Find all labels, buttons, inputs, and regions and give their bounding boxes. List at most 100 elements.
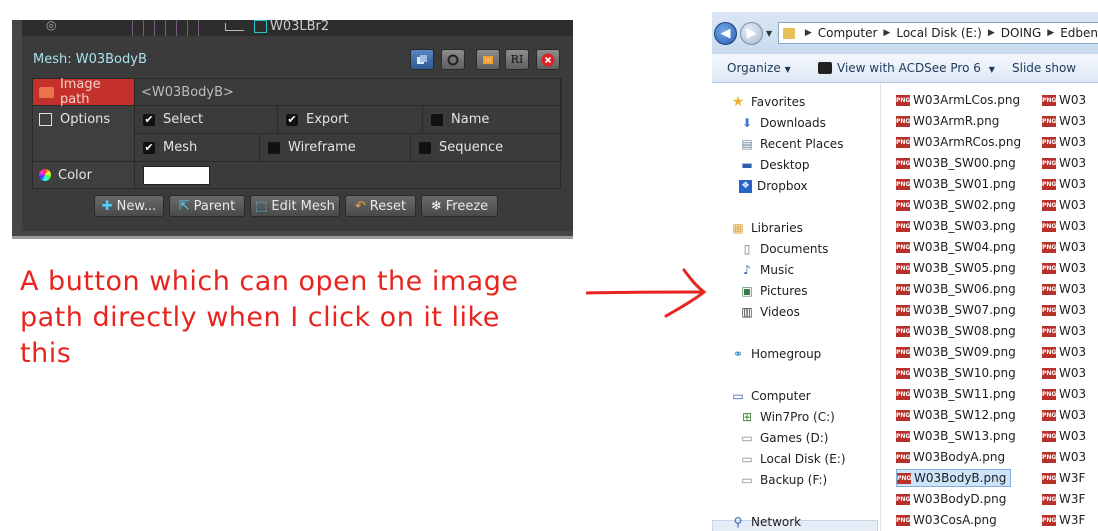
nav-drive-f[interactable]: ▭ Backup (F:) — [739, 473, 827, 487]
option-name[interactable]: Name — [423, 106, 562, 134]
close-icon[interactable] — [536, 49, 560, 70]
nav-favorites[interactable]: ★ Favorites — [730, 94, 806, 110]
freeze-button[interactable]: ❄ Freeze — [421, 195, 498, 217]
file-list-item[interactable]: PNG W03B_SW07.png — [896, 301, 1016, 319]
file-list-item[interactable]: PNG W03 — [1042, 343, 1086, 361]
image-path-value[interactable]: <W03BodyB> — [135, 79, 562, 106]
file-list-item[interactable]: PNG W03 — [1042, 280, 1086, 298]
nav-documents-label: Documents — [760, 242, 829, 256]
nav-documents[interactable]: ▯ Documents — [739, 242, 829, 256]
file-list-item[interactable]: PNG W03B_SW05.png — [896, 259, 1016, 277]
breadcrumb-computer[interactable]: Computer — [818, 26, 878, 40]
forward-button[interactable]: ▶ — [740, 22, 763, 45]
file-list-item[interactable]: PNG W03B_SW02.png — [896, 196, 1016, 214]
file-list-item[interactable]: PNG W03ArmLCos.png — [896, 91, 1020, 109]
select-checkbox[interactable]: ✔ — [143, 113, 155, 126]
file-name: W03B_SW10.png — [913, 366, 1016, 380]
file-list-item[interactable]: PNG W03BodyD.png — [896, 490, 1006, 508]
annotation-line-1: A button which can open the image — [20, 266, 519, 297]
view-with-acdsee-button[interactable]: View with ACDSee Pro 6 ▼ — [818, 61, 995, 75]
option-wireframe[interactable]: Wireframe — [260, 134, 411, 162]
file-list-item[interactable]: PNG W03 — [1042, 112, 1086, 130]
file-list-item[interactable]: PNG W03 — [1042, 427, 1086, 445]
image-path-label[interactable]: Image path — [33, 77, 135, 107]
option-sequence[interactable]: Sequence — [411, 134, 562, 162]
file-list-item[interactable]: PNG W03 — [1042, 385, 1086, 403]
file-list-item[interactable]: PNG W03 — [1042, 364, 1086, 382]
nav-downloads[interactable]: ⬇ Downloads — [739, 116, 826, 130]
nav-drive-d[interactable]: ▭ Games (D:) — [739, 431, 828, 445]
slideshow-button[interactable]: Slide show — [1012, 61, 1076, 75]
file-list-item[interactable]: PNG W03 — [1042, 91, 1086, 109]
color-swatch[interactable] — [143, 165, 210, 185]
file-list-item[interactable]: PNG W03 — [1042, 448, 1086, 466]
breadcrumb-doing[interactable]: DOING — [1001, 26, 1042, 40]
reset-button[interactable]: ↶ Reset — [345, 195, 416, 217]
file-list-item[interactable]: PNG W03B_SW01.png — [896, 175, 1016, 193]
nav-libraries[interactable]: ▦ Libraries — [730, 221, 803, 235]
outliner-item-label[interactable]: W03LBr2 — [270, 19, 329, 34]
file-list-item[interactable]: PNG W03ArmRCos.png — [896, 133, 1021, 151]
file-list-item[interactable]: PNG W03CosA.png — [896, 511, 997, 529]
file-list-item[interactable]: PNG W03 — [1042, 154, 1086, 172]
file-list-item[interactable]: PNG W03 — [1042, 175, 1086, 193]
name-checkbox[interactable] — [431, 113, 443, 126]
file-list-item[interactable]: PNG W03B_SW03.png — [896, 217, 1016, 235]
file-list-item[interactable]: PNG W03 — [1042, 301, 1086, 319]
mesh-checkbox[interactable]: ✔ — [143, 141, 155, 154]
option-select[interactable]: ✔ Select — [135, 106, 278, 134]
option-mesh[interactable]: ✔ Mesh — [135, 134, 260, 162]
file-list-item[interactable]: PNG W03BodyA.png — [896, 448, 1005, 466]
nav-computer[interactable]: ▭ Computer — [730, 389, 810, 403]
stack-icon[interactable] — [410, 49, 434, 70]
nav-videos[interactable]: ▥ Videos — [739, 305, 800, 319]
puzzle-icon[interactable] — [476, 49, 500, 70]
file-list-item[interactable]: PNG W03B_SW10.png — [896, 364, 1016, 382]
nav-homegroup[interactable]: ⚭ Homegroup — [730, 347, 821, 361]
parent-button[interactable]: ⇱ Parent — [169, 195, 245, 217]
export-checkbox[interactable]: ✔ — [286, 113, 298, 126]
organize-menu[interactable]: Organize ▼ — [727, 61, 791, 75]
back-button[interactable]: ◀ — [714, 22, 737, 45]
file-list-item[interactable]: PNG W03 — [1042, 196, 1086, 214]
nav-pictures[interactable]: ▣ Pictures — [739, 284, 807, 298]
file-list-item[interactable]: PNG W03ArmR.png — [896, 112, 999, 130]
nav-desktop[interactable]: ▬ Desktop — [739, 158, 809, 172]
file-list-item[interactable]: PNG W3F — [1042, 511, 1085, 529]
nav-recent[interactable]: ▤ Recent Places — [739, 137, 843, 151]
circle-icon[interactable] — [441, 49, 465, 70]
option-export[interactable]: ✔ Export — [278, 106, 423, 134]
file-list-item[interactable]: PNG W3F — [1042, 469, 1085, 487]
file-list-item[interactable]: PNG W03B_SW11.png — [896, 385, 1016, 403]
breadcrumb-drive[interactable]: Local Disk (E:) — [896, 26, 982, 40]
nav-drive-e[interactable]: ▭ Local Disk (E:) — [739, 452, 845, 466]
file-list-item[interactable]: PNG W03B_SW06.png — [896, 280, 1016, 298]
history-dropdown-icon[interactable]: ▼ — [766, 29, 772, 38]
file-list-item[interactable]: PNG W03B_SW13.png — [896, 427, 1016, 445]
nav-drive-c[interactable]: ⊞ Win7Pro (C:) — [739, 410, 835, 424]
file-list-item[interactable]: PNG W03B_SW08.png — [896, 322, 1016, 340]
sequence-checkbox[interactable] — [419, 141, 431, 154]
new-button[interactable]: ✚ New... — [94, 195, 164, 217]
file-list-item[interactable]: PNG W03B_SW12.png — [896, 406, 1016, 424]
file-list-item[interactable]: PNG W03B_SW04.png — [896, 238, 1016, 256]
file-list-item[interactable]: PNG W03BodyB.png — [896, 469, 1012, 487]
file-list-item[interactable]: PNG W03 — [1042, 406, 1086, 424]
file-list-item[interactable]: PNG W03 — [1042, 238, 1086, 256]
file-list-item[interactable]: PNG W03 — [1042, 259, 1086, 277]
nav-music[interactable]: ♪ Music — [739, 263, 794, 277]
nav-dropbox[interactable]: ❖ Dropbox — [739, 179, 808, 193]
address-bar[interactable]: ▶ Computer ▶ Local Disk (E:) ▶ DOING ▶ E… — [778, 22, 1098, 44]
nav-dropbox-label: Dropbox — [757, 179, 808, 193]
file-list-item[interactable]: PNG W3F — [1042, 490, 1085, 508]
wireframe-checkbox[interactable] — [268, 141, 280, 154]
file-list-item[interactable]: PNG W03B_SW00.png — [896, 154, 1016, 172]
nav-network[interactable]: ⚲ Network — [730, 515, 802, 529]
file-list-item[interactable]: PNG W03 — [1042, 217, 1086, 235]
edit-mesh-button[interactable]: ⬚ Edit Mesh — [250, 195, 340, 217]
file-list-item[interactable]: PNG W03B_SW09.png — [896, 343, 1016, 361]
file-list-item[interactable]: PNG W03 — [1042, 133, 1086, 151]
file-list-item[interactable]: PNG W03 — [1042, 322, 1086, 340]
ri-icon[interactable]: RI — [505, 49, 529, 70]
breadcrumb-edben[interactable]: Edben — [1060, 26, 1098, 40]
